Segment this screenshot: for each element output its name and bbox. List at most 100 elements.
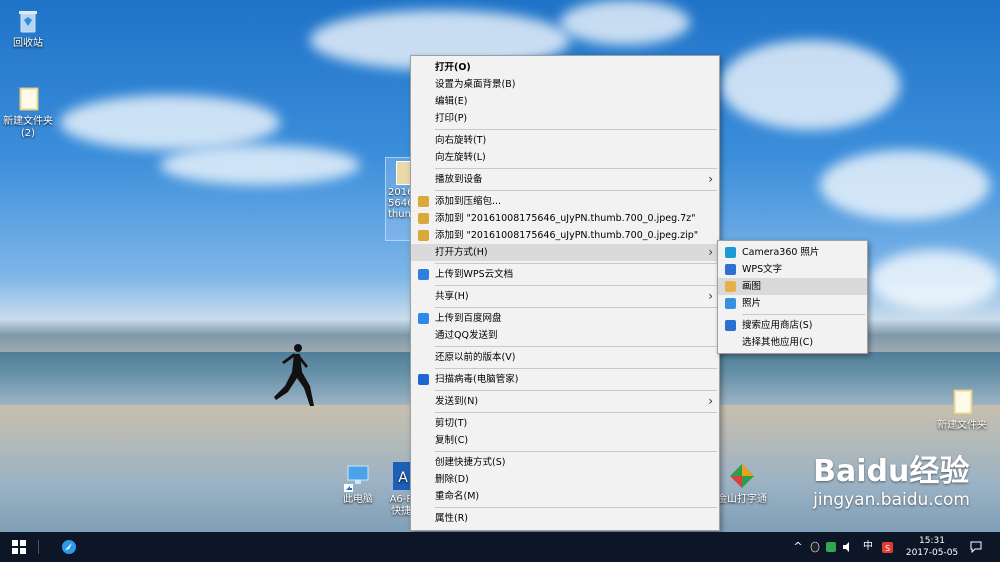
- folder-new-label: 新建文件夹: [937, 420, 987, 431]
- clock-date: 2017-05-05: [905, 548, 959, 558]
- menu-item[interactable]: 复制(C): [411, 432, 719, 449]
- submenu-item[interactable]: 画图: [718, 278, 867, 295]
- clock-time: 15:31: [919, 536, 945, 546]
- menu-item-label: 打开(O): [435, 62, 471, 73]
- menu-item[interactable]: 添加到压缩包...: [411, 193, 719, 210]
- menu-separator: [435, 263, 717, 264]
- monitor-icon: [344, 465, 369, 492]
- menu-item[interactable]: 打开(O): [411, 59, 719, 76]
- menu-separator: [435, 285, 717, 286]
- baidu-watermark: Baidu经验 jingyan.baidu.com: [813, 455, 970, 511]
- wps-cloud-icon: [418, 269, 429, 280]
- menu-item[interactable]: 属性(R): [411, 510, 719, 527]
- folder-icon: [19, 87, 39, 111]
- chevron-right-icon: ›: [708, 289, 713, 303]
- menu-separator: [742, 314, 865, 315]
- menu-item[interactable]: 创建快捷方式(S): [411, 454, 719, 471]
- chevron-right-icon: ›: [708, 245, 713, 259]
- menu-item-label: 剪切(T): [435, 418, 468, 429]
- menu-item[interactable]: 通过QQ发送到: [411, 327, 719, 344]
- windows-icon: [12, 540, 26, 554]
- menu-item-label: 上传到WPS云文档: [435, 269, 514, 280]
- menu-item-label: 编辑(E): [435, 96, 468, 107]
- svg-text:A: A: [398, 470, 408, 486]
- jinshan-typing-icon[interactable]: 金山打字通: [716, 462, 768, 506]
- selected-image-file[interactable]: 2016 5646 thum: [385, 157, 413, 241]
- menu-separator: [435, 129, 717, 130]
- menu-item[interactable]: 剪切(T): [411, 415, 719, 432]
- svg-text:S: S: [884, 544, 889, 553]
- menu-separator: [435, 368, 717, 369]
- folder-icon: [953, 389, 973, 415]
- menu-item[interactable]: 添加到 "20161008175646_uJyPN.thumb.700_0.jp…: [411, 210, 719, 227]
- penguin-icon: [810, 541, 820, 553]
- menu-separator: [435, 390, 717, 391]
- submenu-item[interactable]: 照片: [718, 295, 867, 312]
- menu-item[interactable]: 设置为桌面背景(B): [411, 76, 719, 93]
- menu-separator: [435, 346, 717, 347]
- submenu-item[interactable]: 搜索应用商店(S): [718, 317, 867, 334]
- tray-chevron-up-icon[interactable]: ^: [792, 532, 804, 562]
- menu-item-label: 向右旋转(T): [435, 135, 487, 146]
- menu-item-label: 通过QQ发送到: [435, 330, 498, 341]
- menu-item-label: 属性(R): [435, 513, 469, 524]
- this-pc-label: 此电脑: [343, 494, 373, 505]
- submenu-item[interactable]: 选择其他应用(C): [718, 334, 867, 351]
- menu-item[interactable]: 删除(D): [411, 471, 719, 488]
- speaker-icon: [843, 542, 849, 552]
- menu-separator: [435, 507, 717, 508]
- menu-item[interactable]: 发送到(N) ›: [411, 393, 719, 410]
- menu-item[interactable]: 扫描病毒(电脑管家): [411, 371, 719, 388]
- menu-item-label: 打开方式(H): [435, 247, 488, 258]
- menu-item-label: 上传到百度网盘: [435, 313, 502, 324]
- taskbar-divider: [38, 532, 42, 562]
- submenu-item[interactable]: Camera360 照片: [718, 244, 867, 261]
- menu-item-label: 还原以前的版本(V): [435, 352, 516, 363]
- photos-icon: [725, 298, 736, 309]
- archive-icon: [418, 230, 429, 241]
- taskbar-pinned-app[interactable]: [58, 532, 80, 562]
- menu-item-label: 播放到设备: [435, 174, 483, 185]
- store-icon: [725, 320, 736, 331]
- recycle-bin-icon[interactable]: 回收站: [0, 6, 56, 50]
- action-center-button[interactable]: [966, 532, 986, 562]
- menu-item[interactable]: 向右旋转(T): [411, 132, 719, 149]
- menu-item[interactable]: 向左旋转(L): [411, 149, 719, 166]
- menu-item[interactable]: 共享(H) ›: [411, 288, 719, 305]
- menu-separator: [435, 451, 717, 452]
- menu-item-label: 打印(P): [435, 113, 468, 124]
- folder-2-label: 新建文件夹 (2): [3, 116, 53, 139]
- folder-new-icon[interactable]: 新建文件夹: [932, 388, 992, 432]
- menu-item[interactable]: 编辑(E): [411, 93, 719, 110]
- menu-item-label: 设置为桌面背景(B): [435, 79, 516, 90]
- submenu-item[interactable]: WPS文字: [718, 261, 867, 278]
- tray-volume-icon[interactable]: [842, 532, 856, 562]
- sogou-icon: S: [881, 542, 893, 553]
- start-button[interactable]: [8, 532, 30, 562]
- this-pc-icon[interactable]: 此电脑: [330, 462, 386, 506]
- menu-item[interactable]: 打印(P): [411, 110, 719, 127]
- menu-item-label: 删除(D): [435, 474, 469, 485]
- menu-item[interactable]: 上传到百度网盘: [411, 310, 719, 327]
- tray-qq-icon[interactable]: [808, 532, 822, 562]
- menu-item[interactable]: 重命名(M): [411, 488, 719, 505]
- menu-item[interactable]: 播放到设备 ›: [411, 171, 719, 188]
- menu-item[interactable]: 打开方式(H) ›: [411, 244, 719, 261]
- tray-app-icon[interactable]: [824, 532, 838, 562]
- folder-2-icon[interactable]: 新建文件夹 (2): [0, 84, 56, 140]
- submenu-item-label: Camera360 照片: [742, 247, 820, 258]
- menu-item-label: 重命名(M): [435, 491, 480, 502]
- tray-ime[interactable]: 中: [860, 532, 876, 562]
- menu-item[interactable]: 还原以前的版本(V): [411, 349, 719, 366]
- tray-sogou-icon[interactable]: S: [880, 532, 894, 562]
- menu-item[interactable]: 添加到 "20161008175646_uJyPN.thumb.700_0.jp…: [411, 227, 719, 244]
- archive-icon: [418, 213, 429, 224]
- clock[interactable]: 15:31 2017-05-05: [904, 532, 960, 562]
- menu-separator: [435, 307, 717, 308]
- notification-icon: [970, 541, 982, 554]
- recycle-bin-label: 回收站: [13, 38, 43, 49]
- menu-item[interactable]: 上传到WPS云文档: [411, 266, 719, 283]
- browser-icon: [62, 540, 76, 554]
- menu-item-label: 添加到 "20161008175646_uJyPN.thumb.700_0.jp…: [435, 213, 696, 224]
- taskbar: ^ 中 S 15:31 2017-05-05: [0, 532, 1000, 562]
